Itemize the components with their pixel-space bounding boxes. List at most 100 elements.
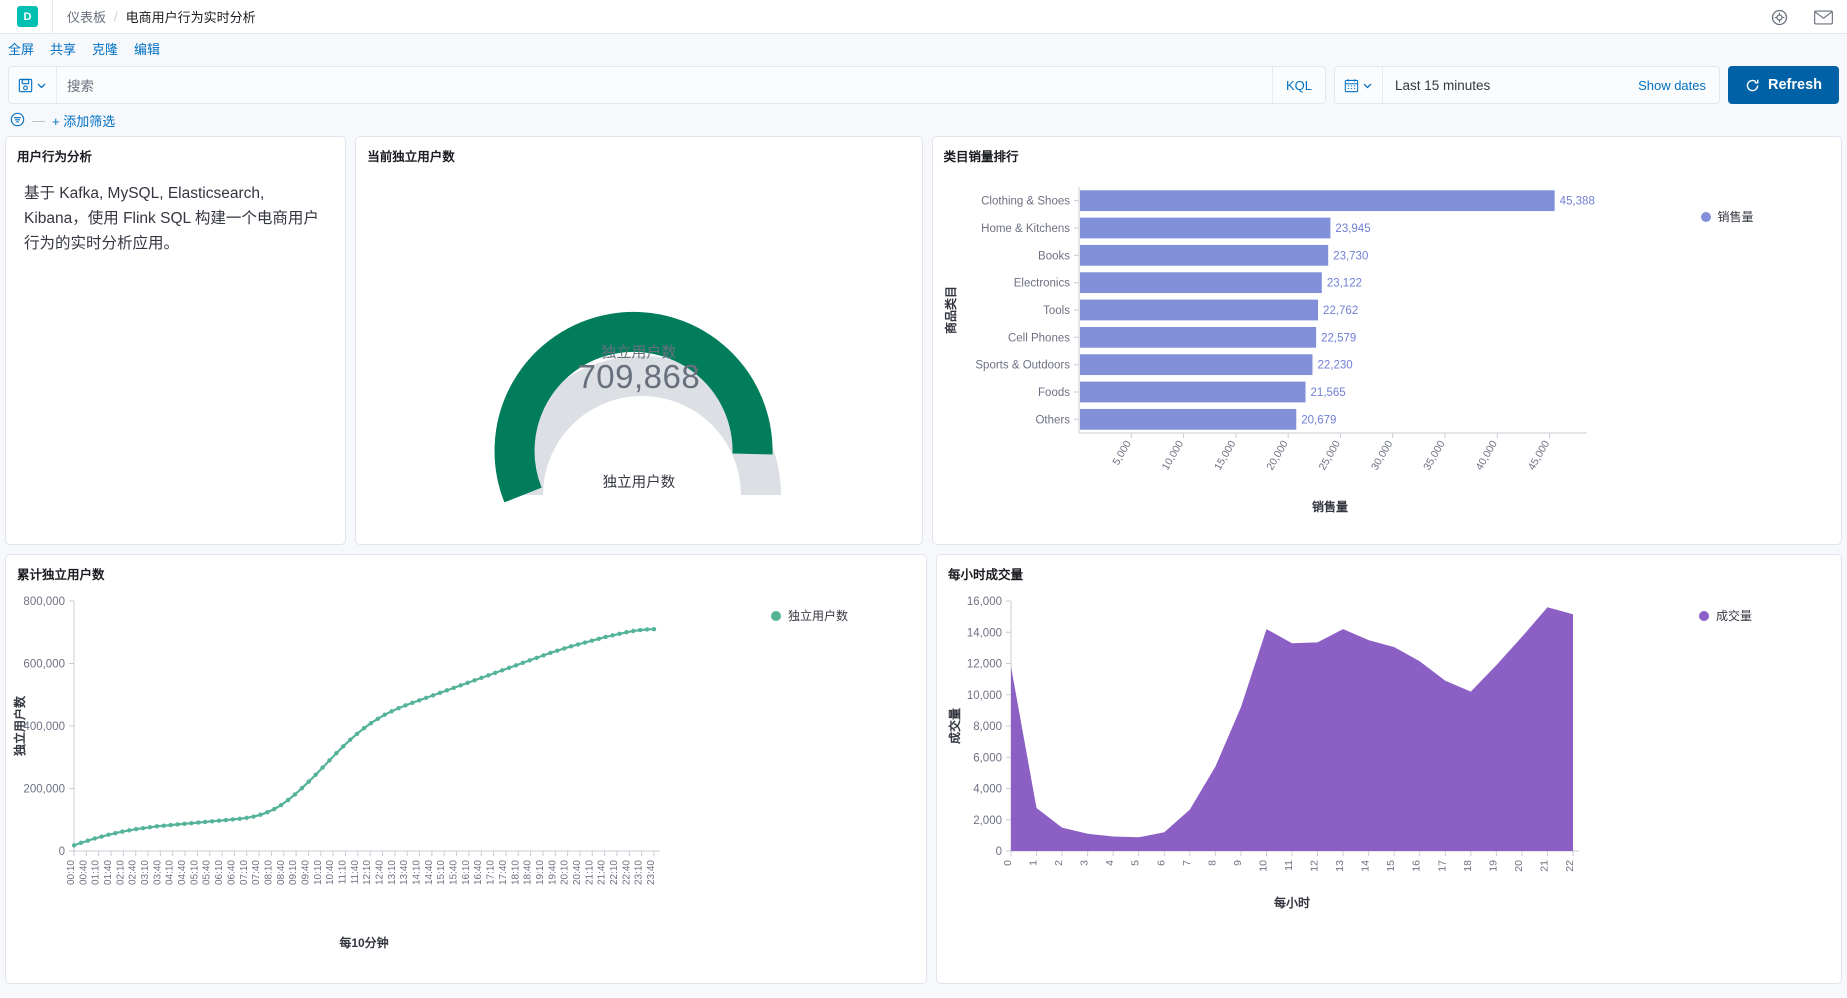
line-data-point[interactable]	[589, 638, 595, 643]
add-filter-button[interactable]: + 添加筛选	[52, 111, 115, 130]
bar[interactable]	[1079, 299, 1318, 321]
line-data-point[interactable]	[499, 668, 505, 673]
area-series[interactable]	[1010, 607, 1573, 851]
line-data-point[interactable]	[127, 828, 132, 833]
line-data-point[interactable]	[216, 818, 222, 823]
refresh-button[interactable]: Refresh	[1728, 66, 1839, 104]
saved-query-button[interactable]	[9, 67, 57, 103]
line-data-point[interactable]	[486, 673, 491, 678]
bar[interactable]	[1079, 244, 1328, 266]
line-data-point[interactable]	[582, 640, 588, 645]
legend-label[interactable]: 成交量	[1716, 607, 1752, 624]
line-data-point[interactable]	[113, 830, 118, 836]
help-circle-icon[interactable]	[1771, 9, 1788, 26]
app-logo-badge[interactable]: D	[17, 6, 38, 27]
line-data-point[interactable]	[555, 648, 560, 653]
query-language-button[interactable]: KQL	[1271, 67, 1325, 103]
line-data-point[interactable]	[92, 836, 97, 841]
line-data-point[interactable]	[299, 785, 305, 791]
line-data-point[interactable]	[133, 826, 139, 832]
line-data-point[interactable]	[278, 802, 284, 808]
line-data-point[interactable]	[285, 797, 291, 803]
line-data-point[interactable]	[223, 817, 229, 823]
line-data-point[interactable]	[120, 829, 125, 834]
line-data-point[interactable]	[272, 806, 277, 812]
line-data-point[interactable]	[334, 750, 339, 756]
line-data-point[interactable]	[506, 665, 512, 671]
line-data-point[interactable]	[382, 712, 387, 717]
line-data-point[interactable]	[244, 815, 249, 821]
line-data-point[interactable]	[451, 685, 456, 691]
breadcrumb-dashboards[interactable]: 仪表板	[67, 7, 106, 26]
line-data-point[interactable]	[361, 725, 367, 731]
bar[interactable]	[1079, 381, 1306, 403]
edit-button[interactable]: 编辑	[134, 39, 160, 58]
filter-icon[interactable]	[10, 112, 25, 130]
line-data-point[interactable]	[423, 695, 429, 701]
line-data-point[interactable]	[182, 821, 187, 827]
line-data-point[interactable]	[562, 646, 567, 651]
line-data-point[interactable]	[513, 663, 519, 668]
line-data-point[interactable]	[492, 670, 498, 676]
line-data-point[interactable]	[610, 633, 615, 638]
line-data-point[interactable]	[465, 680, 470, 686]
line-data-point[interactable]	[637, 627, 643, 633]
line-data-point[interactable]	[568, 644, 574, 649]
line-data-point[interactable]	[251, 814, 256, 819]
clone-button[interactable]: 克隆	[92, 39, 118, 58]
line-data-point[interactable]	[596, 636, 601, 642]
line-data-point[interactable]	[575, 642, 581, 647]
date-quick-select-button[interactable]	[1335, 67, 1383, 103]
show-dates-button[interactable]: Show dates	[1625, 67, 1719, 103]
line-data-point[interactable]	[368, 720, 374, 726]
mail-icon[interactable]	[1814, 9, 1833, 25]
bar[interactable]	[1079, 408, 1296, 430]
line-data-point[interactable]	[458, 683, 463, 688]
line-data-point[interactable]	[196, 820, 201, 825]
line-data-point[interactable]	[306, 779, 311, 784]
line-data-point[interactable]	[548, 650, 553, 656]
bar[interactable]	[1079, 326, 1316, 348]
line-data-point[interactable]	[85, 838, 91, 843]
line-data-point[interactable]	[527, 658, 532, 663]
line-data-point[interactable]	[520, 660, 526, 666]
line-data-point[interactable]	[396, 705, 401, 711]
legend-label[interactable]: 销售量	[1718, 208, 1754, 225]
line-data-point[interactable]	[644, 627, 650, 632]
line-data-point[interactable]	[230, 817, 236, 822]
line-data-point[interactable]	[161, 823, 166, 828]
line-data-point[interactable]	[258, 812, 263, 817]
line-data-point[interactable]	[189, 820, 194, 826]
line-data-point[interactable]	[437, 690, 443, 696]
line-data-point[interactable]	[341, 744, 346, 749]
line-data-point[interactable]	[154, 824, 160, 829]
bar[interactable]	[1079, 272, 1322, 294]
line-data-point[interactable]	[168, 822, 173, 828]
line-data-point[interactable]	[417, 698, 422, 703]
share-button[interactable]: 共享	[50, 39, 76, 58]
line-data-point[interactable]	[237, 816, 242, 822]
bar[interactable]	[1079, 354, 1313, 376]
bar[interactable]	[1079, 217, 1330, 239]
line-data-point[interactable]	[78, 840, 84, 846]
line-data-point[interactable]	[603, 634, 608, 640]
line-data-point[interactable]	[175, 822, 180, 827]
line-data-point[interactable]	[202, 819, 208, 825]
line-data-point[interactable]	[651, 626, 657, 632]
line-data-point[interactable]	[327, 758, 332, 763]
line-data-point[interactable]	[479, 675, 484, 681]
line-data-point[interactable]	[472, 678, 477, 683]
line-data-point[interactable]	[347, 737, 353, 742]
line-data-point[interactable]	[375, 716, 381, 722]
line-data-point[interactable]	[99, 834, 104, 839]
bar[interactable]	[1079, 190, 1555, 212]
line-data-point[interactable]	[313, 772, 318, 777]
legend-label[interactable]: 独立用户数	[788, 607, 848, 624]
line-data-point[interactable]	[292, 792, 298, 797]
line-data-point[interactable]	[265, 810, 270, 815]
search-input[interactable]: 搜索	[57, 67, 1272, 103]
line-data-point[interactable]	[320, 765, 325, 770]
line-data-point[interactable]	[147, 825, 153, 830]
date-range-value[interactable]: Last 15 minutes	[1383, 67, 1625, 103]
line-data-point[interactable]	[209, 819, 215, 824]
